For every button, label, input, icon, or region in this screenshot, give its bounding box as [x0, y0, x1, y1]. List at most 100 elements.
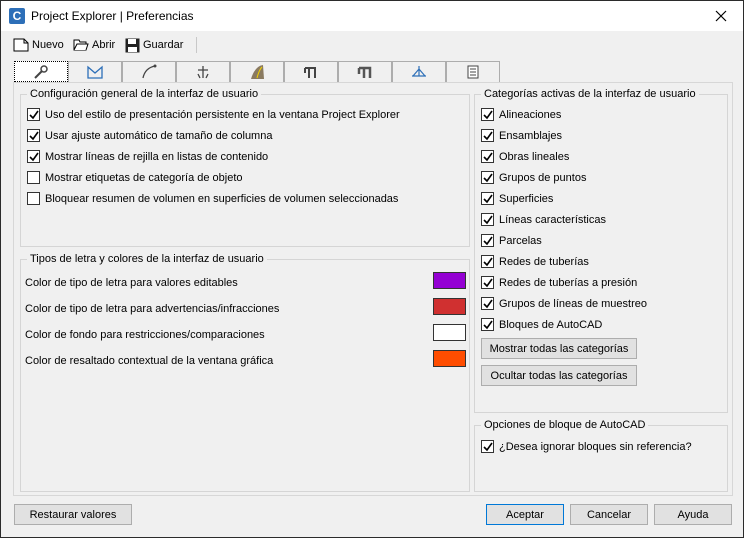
block-options-title: Opciones de bloque de AutoCAD — [481, 419, 649, 431]
save-button[interactable]: Guardar — [125, 35, 183, 55]
new-button[interactable]: Nuevo — [13, 35, 64, 55]
checkbox[interactable] — [481, 192, 494, 205]
close-button[interactable] — [699, 1, 743, 31]
hide-all-categories-button[interactable]: Ocultar todas las categorías — [481, 365, 637, 386]
category-label: Grupos de puntos — [499, 171, 587, 184]
color-swatch-editable[interactable] — [433, 272, 466, 289]
option-lock-volume-summary[interactable]: Bloquear resumen de volumen en superfici… — [27, 192, 398, 205]
checkbox[interactable] — [481, 234, 494, 247]
save-button-label: Guardar — [143, 39, 184, 51]
category-item[interactable]: Bloques de AutoCAD — [481, 318, 602, 331]
pipe-network-icon — [304, 67, 316, 78]
checkbox[interactable] — [481, 213, 494, 226]
checkmark-icon — [483, 257, 493, 267]
color-swatch-highlight[interactable] — [433, 350, 466, 367]
checkbox[interactable] — [27, 150, 40, 163]
close-icon — [715, 10, 727, 22]
sample-line-icon — [412, 66, 426, 77]
color-label-warnings: Color de tipo de letra para advertencias… — [25, 303, 280, 315]
tab-corridors[interactable] — [230, 61, 284, 82]
category-item[interactable]: Obras lineales — [481, 150, 569, 163]
tab-sample-lines[interactable] — [392, 61, 446, 82]
option-label: Usar ajuste automático de tamaño de colu… — [45, 129, 273, 142]
checkmark-icon — [483, 278, 493, 288]
color-swatch-constraints[interactable] — [433, 324, 466, 341]
category-item[interactable]: Parcelas — [481, 234, 542, 247]
checkbox[interactable] — [481, 108, 494, 121]
color-label-constraints: Color de fondo para restricciones/compar… — [25, 329, 265, 341]
category-item[interactable]: Grupos de puntos — [481, 171, 586, 184]
checkbox[interactable] — [481, 440, 494, 453]
restore-defaults-button[interactable]: Restaurar valores — [14, 504, 132, 525]
option-category-labels[interactable]: Mostrar etiquetas de categoría de objeto — [27, 171, 243, 184]
checkmark-icon — [483, 152, 493, 162]
toolbar: Nuevo Abrir Guardar — [1, 31, 743, 59]
checkmark-icon — [29, 152, 39, 162]
checkbox[interactable] — [481, 276, 494, 289]
checkbox[interactable] — [27, 171, 40, 184]
category-item[interactable]: Líneas características — [481, 213, 606, 226]
category-item[interactable]: Redes de tuberías — [481, 255, 589, 268]
toolbar-separator — [196, 37, 197, 53]
checkbox[interactable] — [481, 129, 494, 142]
envelope-icon — [87, 65, 103, 79]
general-settings-group: Configuración general de la interfaz de … — [20, 88, 470, 247]
category-item[interactable]: Ensamblajes — [481, 129, 562, 142]
checkmark-icon — [483, 236, 493, 246]
cancel-button[interactable]: Cancelar — [570, 504, 648, 525]
assembly-icon — [197, 66, 209, 79]
tab-envelope[interactable] — [68, 61, 122, 82]
option-label: Mostrar etiquetas de categoría de objeto — [45, 171, 243, 184]
new-button-label: Nuevo — [32, 39, 64, 51]
category-item[interactable]: Grupos de líneas de muestreo — [481, 297, 647, 310]
checkmark-icon — [483, 215, 493, 225]
checkmark-icon — [29, 131, 39, 141]
category-label: Redes de tuberías — [499, 255, 589, 268]
open-button-label: Abrir — [92, 39, 116, 51]
category-item[interactable]: Superficies — [481, 192, 553, 205]
color-swatch-warnings[interactable] — [433, 298, 466, 315]
checkbox[interactable] — [481, 318, 494, 331]
show-all-categories-button[interactable]: Mostrar todas las categorías — [481, 338, 637, 359]
category-item[interactable]: Alineaciones — [481, 108, 561, 121]
accept-button[interactable]: Aceptar — [486, 504, 564, 525]
tab-general[interactable] — [14, 61, 68, 82]
tab-strip — [14, 61, 500, 83]
checkmark-icon — [483, 299, 493, 309]
option-auto-column-size[interactable]: Usar ajuste automático de tamaño de colu… — [27, 129, 272, 142]
category-label: Parcelas — [499, 234, 542, 247]
preferences-window: C Project Explorer | Preferencias Nuevo … — [0, 0, 744, 538]
tab-alignments[interactable] — [122, 61, 176, 82]
category-label: Bloques de AutoCAD — [499, 318, 603, 331]
category-label: Alineaciones — [499, 108, 562, 121]
save-disk-icon — [125, 38, 140, 52]
app-logo-icon: C — [9, 8, 25, 24]
open-button[interactable]: Abrir — [73, 35, 115, 55]
checkbox[interactable] — [27, 192, 40, 205]
option-ignore-unreferenced-blocks[interactable]: ¿Desea ignorar bloques sin referencia? — [481, 440, 692, 453]
checkbox[interactable] — [481, 255, 494, 268]
checkbox[interactable] — [27, 108, 40, 121]
category-label: Grupos de líneas de muestreo — [499, 297, 647, 310]
checkmark-icon — [483, 320, 493, 330]
checkbox[interactable] — [481, 150, 494, 163]
fonts-colors-group: Tipos de letra y colores de la interfaz … — [20, 253, 470, 492]
category-item[interactable]: Redes de tuberías a presión — [481, 276, 637, 289]
option-label: ¿Desea ignorar bloques sin referencia? — [499, 440, 692, 453]
checkmark-icon — [483, 442, 493, 452]
checkbox[interactable] — [481, 297, 494, 310]
tab-tables[interactable] — [446, 61, 500, 82]
checkbox[interactable] — [481, 171, 494, 184]
tab-assemblies[interactable] — [176, 61, 230, 82]
tab-pressure-networks[interactable] — [338, 61, 392, 82]
option-persistent-style[interactable]: Uso del estilo de presentación persisten… — [27, 108, 400, 121]
active-categories-title: Categorías activas de la interfaz de usu… — [481, 88, 699, 100]
window-title: Project Explorer | Preferencias — [31, 9, 194, 23]
block-options-group: Opciones de bloque de AutoCAD ¿Desea ign… — [474, 419, 728, 492]
help-button[interactable]: Ayuda — [654, 504, 732, 525]
option-label: Bloquear resumen de volumen en superfici… — [45, 192, 399, 205]
tab-pipe-networks[interactable] — [284, 61, 338, 82]
option-grid-lines[interactable]: Mostrar líneas de rejilla en listas de c… — [27, 150, 268, 163]
checkbox[interactable] — [27, 129, 40, 142]
title-bar: C Project Explorer | Preferencias — [1, 1, 743, 31]
